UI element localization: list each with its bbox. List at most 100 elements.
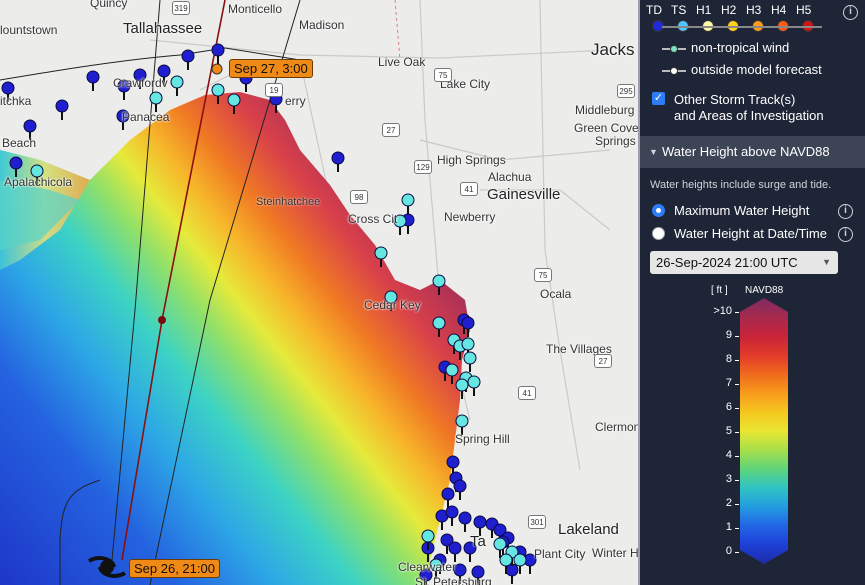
gauge-pin[interactable] xyxy=(458,511,472,532)
map-canvas[interactable]: Quincy Monticello Tallahassee lountstown… xyxy=(0,0,638,585)
place-st-petersburg: St. Petersburg xyxy=(415,575,492,585)
gauge-pin[interactable] xyxy=(149,91,163,112)
category-label: H1 xyxy=(696,3,712,17)
info-icon[interactable]: i xyxy=(843,5,858,20)
scale-tick-label: 7 xyxy=(725,377,732,389)
highway-shield: 75 xyxy=(434,68,452,82)
scale-tick-mark xyxy=(735,312,739,313)
info-icon[interactable]: i xyxy=(838,204,853,219)
nontropical-swatch xyxy=(662,44,686,53)
gauge-pin[interactable] xyxy=(170,75,184,96)
scale-tick-mark xyxy=(735,360,739,361)
place-winter-haven: Winter H xyxy=(592,546,638,560)
gauge-pin[interactable] xyxy=(331,151,345,172)
other-tracks-label-1: Other Storm Track(s) xyxy=(674,92,796,107)
place-blountstown: lountstown xyxy=(0,23,58,37)
other-storm-tracks-checkbox[interactable]: ✓ Other Storm Track(s) and Areas of Inve… xyxy=(652,92,824,124)
scale-tick-mark xyxy=(735,384,739,385)
gauge-pin[interactable] xyxy=(445,505,459,526)
gauge-pin[interactable] xyxy=(463,351,477,372)
scale-tick-mark xyxy=(735,336,739,337)
gauge-pin[interactable] xyxy=(441,487,455,508)
place-spring-hill: Spring Hill xyxy=(455,432,510,446)
track-time-label-sep27[interactable]: Sep 27, 3:00 xyxy=(229,59,313,78)
scale-bar xyxy=(740,298,788,564)
scale-tick-mark xyxy=(735,408,739,409)
category-label: H3 xyxy=(746,3,762,17)
radio-max-water-height[interactable]: Maximum Water Height xyxy=(652,203,809,218)
highway-shield: 41 xyxy=(518,386,536,400)
place-ocala: Ocala xyxy=(540,287,572,301)
gauge-pin[interactable] xyxy=(505,563,519,584)
legend-nontropical: non-tropical wind xyxy=(662,40,789,55)
track-time-label-sep26[interactable]: Sep 26, 21:00 xyxy=(129,559,220,578)
checkbox-checked-icon[interactable]: ✓ xyxy=(652,92,665,105)
legend-outside-label: outside model forecast xyxy=(691,62,822,77)
place-perry: erry xyxy=(285,94,306,108)
control-panel: TD TS H1 H2 H3 H4 H5 i non-tropical wind outsi… xyxy=(638,0,865,585)
place-newberry: Newberry xyxy=(444,210,496,224)
place-live-oak: Live Oak xyxy=(378,55,426,69)
place-panacea: Panacea xyxy=(122,110,170,124)
place-gainesville: Gainesville xyxy=(487,186,561,203)
highway-shield: 19 xyxy=(265,83,283,97)
scale-tick-label: 9 xyxy=(725,329,732,341)
other-tracks-label-2: and Areas of Investigation xyxy=(674,108,824,123)
gauge-pin[interactable] xyxy=(55,99,69,120)
place-tallahassee: Tallahassee xyxy=(123,20,203,37)
place-tampa: Ta xyxy=(470,533,486,550)
state-border xyxy=(394,0,401,61)
radio-water-height-datetime[interactable]: Water Height at Date/Time xyxy=(652,226,827,241)
info-icon[interactable]: i xyxy=(838,227,853,242)
datetime-select-value: 26-Sep-2024 21:00 UTC xyxy=(656,255,798,270)
radio-date-label: Water Height at Date/Time xyxy=(674,226,827,241)
place-wewahitchka: itchka xyxy=(0,94,32,108)
radio-selected-icon[interactable] xyxy=(652,204,665,217)
outside-forecast-swatch xyxy=(662,66,686,75)
category-label: H2 xyxy=(721,3,737,17)
radio-unselected-icon[interactable] xyxy=(652,227,665,240)
gauge-pin[interactable] xyxy=(181,49,195,70)
water-height-note: Water heights include surge and tide. xyxy=(650,179,832,191)
gauge-pin[interactable] xyxy=(467,375,481,396)
highway-shield: 98 xyxy=(350,190,368,204)
scale-tick-label: 5 xyxy=(725,425,732,437)
gauge-pin[interactable] xyxy=(453,479,467,500)
place-alachua: Alachua xyxy=(488,170,532,184)
place-steinhatchee: Steinhatchee xyxy=(256,196,321,208)
category-label: TD xyxy=(646,3,662,17)
water-height-section-header[interactable]: ▼ Water Height above NAVD88 xyxy=(640,136,865,168)
highway-shield: 75 xyxy=(534,268,552,282)
highway-shield: 27 xyxy=(382,123,400,137)
track-point-marker[interactable] xyxy=(158,316,166,324)
scale-tick-mark xyxy=(735,432,739,433)
place-green-cove: Green Cove xyxy=(574,121,638,135)
place-beach: Beach xyxy=(2,136,37,150)
highway-shield: 295 xyxy=(617,84,635,98)
gauge-pin[interactable] xyxy=(448,541,462,562)
gauge-pin[interactable] xyxy=(86,70,100,91)
highway-shield: 41 xyxy=(460,182,478,196)
highway-shield: 301 xyxy=(528,515,546,529)
place-jacksonville: Jacks xyxy=(591,40,635,59)
datetime-select[interactable]: 26-Sep-2024 21:00 UTC ▼ xyxy=(650,251,838,274)
scale-tick-mark xyxy=(735,456,739,457)
scale-tick-mark xyxy=(735,528,739,529)
place-monticello: Monticello xyxy=(228,2,283,16)
place-lakeland: Lakeland xyxy=(558,521,619,538)
collapse-triangle-icon: ▼ xyxy=(649,147,658,157)
scale-tick-mark xyxy=(735,552,739,553)
place-clermont: Clermon xyxy=(595,420,638,434)
scale-datum: NAVD88 xyxy=(745,285,784,296)
highway-shield: 319 xyxy=(172,1,190,15)
place-apalachicola: Apalachicola xyxy=(4,175,73,189)
section-title: Water Height above NAVD88 xyxy=(662,144,830,159)
gauge-pin[interactable] xyxy=(401,193,415,214)
scale-tick-label: 3 xyxy=(725,473,732,485)
category-label: H4 xyxy=(771,3,787,17)
place-middleburg: Middleburg xyxy=(575,103,635,117)
place-high-springs: High Springs xyxy=(437,153,506,167)
place-madison: Madison xyxy=(299,18,345,32)
radio-max-label: Maximum Water Height xyxy=(674,203,810,218)
track-point-sep27[interactable] xyxy=(211,63,223,75)
